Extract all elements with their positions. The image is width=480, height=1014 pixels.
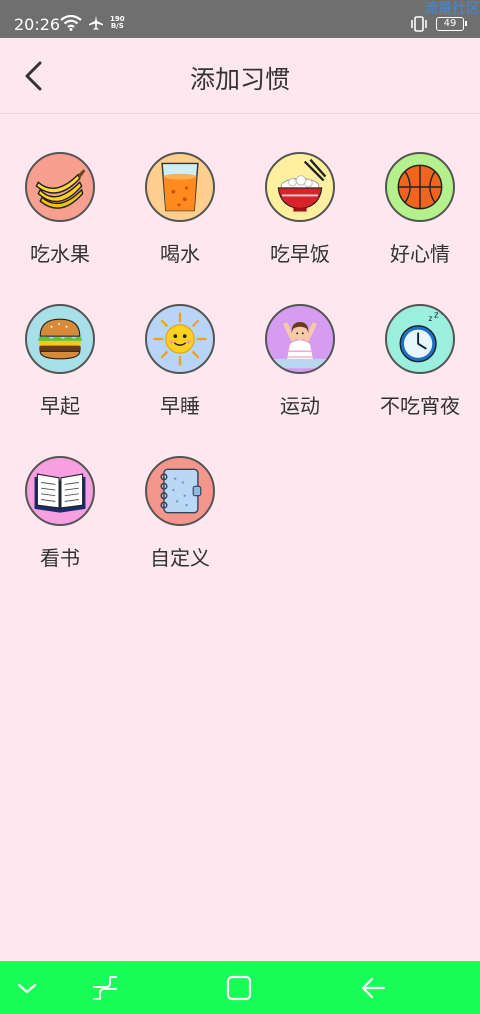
status-bar: 20:26 190 B/S 49 流量社区 — [0, 0, 480, 38]
habit-label: 看书 — [40, 546, 80, 570]
habit-label: 自定义 — [150, 546, 210, 570]
recents-icon — [93, 976, 117, 1000]
habit-read-book[interactable]: 看书 — [0, 456, 120, 596]
rice-bowl-icon — [277, 158, 327, 212]
home-square-icon — [226, 975, 252, 1001]
arrow-left-icon — [361, 977, 386, 999]
watermark: 流量社区 — [424, 1, 480, 17]
habit-no-late-snack[interactable]: z z z 不吃宵夜 — [360, 304, 480, 444]
banana-icon — [35, 169, 86, 209]
svg-text:z: z — [434, 309, 439, 319]
habit-icon-circle — [265, 152, 335, 222]
basketball-icon — [397, 164, 443, 210]
chevron-down-icon — [17, 983, 37, 994]
juice-glass-icon — [161, 162, 199, 212]
navigation-bar — [0, 961, 480, 1014]
habit-custom[interactable]: 自定义 — [120, 456, 240, 596]
airplane-icon — [89, 16, 103, 30]
habit-icon-circle — [265, 304, 335, 374]
habit-label: 好心情 — [390, 242, 450, 266]
svg-text:z: z — [441, 306, 446, 317]
habit-label: 吃早饭 — [270, 242, 330, 266]
habit-eat-fruit[interactable]: 吃水果 — [0, 152, 120, 292]
nav-hide-button[interactable] — [12, 973, 42, 1003]
habit-icon-circle — [25, 456, 95, 526]
habit-icon-circle — [145, 152, 215, 222]
battery-indicator: 49 — [436, 17, 467, 31]
habit-exercise[interactable]: 运动 — [240, 304, 360, 444]
habit-icon-circle — [25, 152, 95, 222]
habit-label: 喝水 — [160, 242, 200, 266]
habit-wake-early[interactable]: 早起 — [0, 304, 120, 444]
nav-recents-button[interactable] — [90, 973, 120, 1003]
habit-eat-breakfast[interactable]: 吃早饭 — [240, 152, 360, 292]
habit-label: 运动 — [280, 394, 320, 418]
habit-sleep-early[interactable]: 早睡 — [120, 304, 240, 444]
net-speed-unit: B/S — [110, 22, 124, 30]
stretching-person-icon — [272, 322, 328, 369]
net-speed: 190 B/S — [110, 16, 125, 30]
burger-icon — [38, 318, 82, 360]
wifi-icon — [60, 15, 82, 31]
header: 添加习惯 — [0, 38, 480, 114]
status-icons: 190 B/S — [60, 15, 125, 31]
habit-icon-circle — [145, 304, 215, 374]
vibrate-icon — [411, 16, 427, 32]
status-right: 49 — [410, 16, 467, 32]
habit-label: 早起 — [40, 394, 80, 418]
habit-good-mood[interactable]: 好心情 — [360, 152, 480, 292]
notebook-icon — [160, 468, 202, 514]
nav-back-button[interactable] — [358, 973, 388, 1003]
habit-icon-circle: z z z — [385, 304, 455, 374]
alarm-clock-icon: z z z — [399, 306, 446, 363]
page-title: 添加习惯 — [189, 65, 290, 94]
habit-icon-circle — [385, 152, 455, 222]
habit-drink-water[interactable]: 喝水 — [120, 152, 240, 292]
open-book-icon — [34, 473, 86, 513]
habit-label: 吃水果 — [30, 242, 90, 266]
habit-icon-circle — [25, 304, 95, 374]
sun-icon — [153, 312, 207, 366]
nav-home-button[interactable] — [224, 973, 254, 1003]
habit-label: 早睡 — [160, 394, 200, 418]
habit-icon-circle — [145, 456, 215, 526]
habit-label: 不吃宵夜 — [380, 394, 460, 418]
status-time: 20:26 — [14, 15, 61, 34]
svg-text:z: z — [428, 314, 432, 323]
